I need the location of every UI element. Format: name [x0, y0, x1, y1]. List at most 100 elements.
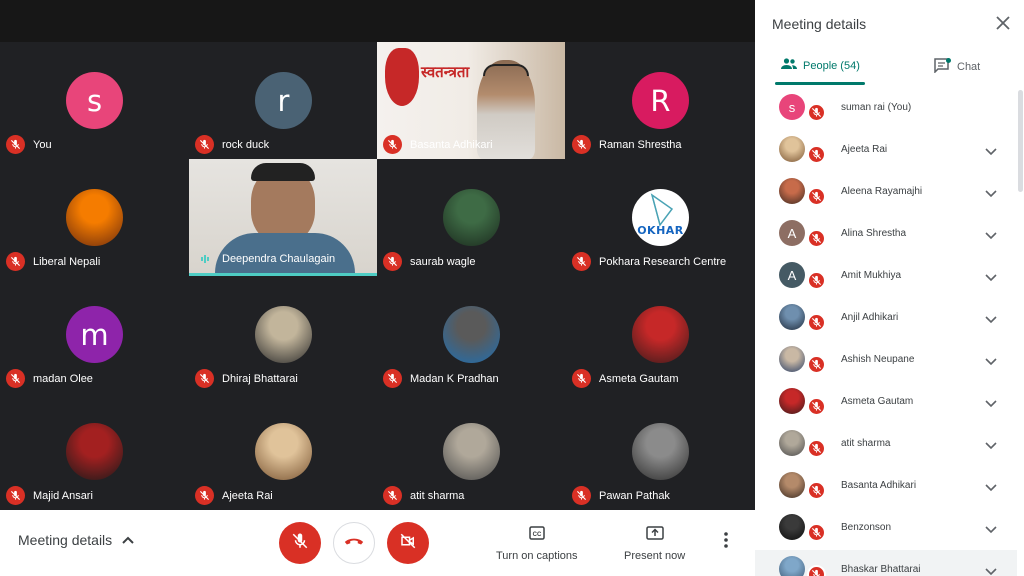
mic-off-icon: [807, 565, 826, 576]
participant-row[interactable]: A Amit Mukhiya: [755, 256, 1017, 298]
participant-tile[interactable]: Majid Ansari: [0, 393, 188, 510]
mic-off-icon: [6, 369, 25, 388]
mic-off-icon: [807, 481, 826, 500]
chevron-down-icon[interactable]: [985, 143, 997, 161]
tile-footer: saurab wagle: [383, 252, 475, 271]
chevron-down-icon[interactable]: [985, 563, 997, 576]
tile-footer: rock duck: [195, 135, 269, 154]
participant-list: s suman rai (You) Ajeeta Rai Aleena Rayamaj…: [755, 88, 1024, 576]
participant-tile[interactable]: r rock duck: [189, 42, 377, 159]
chevron-down-icon[interactable]: [985, 311, 997, 329]
chevron-down-icon[interactable]: [985, 353, 997, 371]
muted-indicator: [807, 565, 826, 576]
tile-footer: Liberal Nepali: [6, 252, 100, 271]
participant-tile[interactable]: Madan K Pradhan: [377, 276, 565, 393]
participant-tile[interactable]: Ajeeta Rai: [189, 393, 377, 510]
banner-text: स्वतन्त्रता: [421, 63, 470, 81]
participant-list-name: Ajeeta Rai: [841, 144, 888, 155]
participant-tile[interactable]: Pawan Pathak: [566, 393, 754, 510]
video-grid: s You r rock duck स्वतन्त्रता Basanta Adhikar…: [0, 0, 755, 510]
participant-tile[interactable]: स्वतन्त्रता Basanta Adhikari: [377, 42, 565, 159]
participant-tile[interactable]: OKHAR Pokhara Research Centre: [566, 159, 754, 276]
participant-row[interactable]: A Alina Shrestha: [755, 214, 1017, 256]
participant-list-name: atit sharma: [841, 438, 891, 449]
panel-title: Meeting details: [772, 16, 867, 32]
mic-off-icon: [807, 313, 826, 332]
tile-footer: Majid Ansari: [6, 486, 93, 505]
camera-toggle-button[interactable]: [387, 522, 429, 564]
participant-list-scrollbar[interactable]: [1018, 90, 1023, 192]
more-options-button[interactable]: [724, 532, 728, 548]
participant-list-name: Amit Mukhiya: [841, 270, 902, 281]
tile-footer: Madan K Pradhan: [383, 369, 499, 388]
participant-row[interactable]: Anjil Adhikari: [755, 298, 1017, 340]
more-vert-icon: [724, 532, 728, 552]
leave-call-button[interactable]: [333, 522, 375, 564]
chevron-down-icon[interactable]: [985, 395, 997, 413]
participant-row[interactable]: Asmeta Gautam: [755, 382, 1017, 424]
mic-off-icon: [383, 252, 402, 271]
participant-name: Deependra Chaulagain: [222, 252, 336, 265]
participant-tile[interactable]: Dhiraj Bhattarai: [189, 276, 377, 393]
participant-avatar: OKHAR: [632, 189, 689, 246]
mic-off-icon: [383, 135, 402, 154]
mic-off-icon: [807, 397, 826, 416]
tab-chat-label: Chat: [957, 61, 981, 73]
tile-footer: Deependra Chaulagain: [195, 249, 335, 268]
participant-tile[interactable]: Asmeta Gautam: [566, 276, 754, 393]
participant-name: Asmeta Gautam: [599, 372, 679, 385]
chevron-down-icon[interactable]: [985, 437, 997, 455]
mic-off-icon: [383, 369, 402, 388]
chevron-down-icon[interactable]: [985, 521, 997, 539]
mic-off-icon: [6, 252, 25, 271]
participant-list-name: Benzonson: [841, 522, 892, 533]
participant-avatar: [779, 304, 805, 330]
participant-tile[interactable]: s You: [0, 42, 188, 159]
participant-row[interactable]: atit sharma: [755, 424, 1017, 466]
logo-text: OKHAR: [637, 224, 684, 237]
speaking-indicator-icon: [195, 249, 214, 268]
participant-tile[interactable]: R Raman Shrestha: [566, 42, 754, 159]
participant-avatar: [779, 136, 805, 162]
mic-off-icon: [6, 135, 25, 154]
participant-tile[interactable]: m madan Olee: [0, 276, 188, 393]
participant-list-name: suman rai (You): [841, 102, 912, 113]
participant-tile[interactable]: atit sharma: [377, 393, 565, 510]
participant-tile[interactable]: Liberal Nepali: [0, 159, 188, 276]
tile-footer: madan Olee: [6, 369, 93, 388]
tile-footer: Pawan Pathak: [572, 486, 670, 505]
muted-indicator: [807, 271, 826, 290]
participant-tile[interactable]: Deependra Chaulagain: [189, 159, 377, 276]
participant-avatar: [255, 423, 312, 480]
participant-row[interactable]: Bhaskar Bhattarai: [755, 550, 1017, 576]
muted-indicator: [807, 439, 826, 458]
muted-indicator: [807, 103, 826, 122]
participant-row[interactable]: Aleena Rayamajhi: [755, 172, 1017, 214]
participant-name: Madan K Pradhan: [410, 372, 499, 385]
muted-indicator: [807, 481, 826, 500]
participant-row[interactable]: Basanta Adhikari: [755, 466, 1017, 508]
tab-people[interactable]: People (54): [781, 58, 860, 73]
participant-row[interactable]: Benzonson: [755, 508, 1017, 550]
present-now-button[interactable]: Present now: [624, 526, 685, 562]
participant-tile[interactable]: saurab wagle: [377, 159, 565, 276]
tile-footer: Ajeeta Rai: [195, 486, 273, 505]
tile-footer: Basanta Adhikari: [383, 135, 493, 154]
close-panel-button[interactable]: [996, 14, 1010, 35]
tile-footer: atit sharma: [383, 486, 464, 505]
chevron-down-icon[interactable]: [985, 479, 997, 497]
chevron-down-icon[interactable]: [985, 269, 997, 287]
participant-name: Basanta Adhikari: [410, 138, 493, 151]
people-icon: [781, 58, 797, 73]
participant-avatar: [632, 306, 689, 363]
participant-row[interactable]: Ashish Neupane: [755, 340, 1017, 382]
participant-row[interactable]: s suman rai (You): [755, 88, 1017, 130]
chevron-down-icon[interactable]: [985, 185, 997, 203]
participant-row[interactable]: Ajeeta Rai: [755, 130, 1017, 172]
muted-indicator: [807, 187, 826, 206]
tab-chat[interactable]: Chat: [934, 58, 980, 76]
microphone-toggle-button[interactable]: [279, 522, 321, 564]
meeting-details-toggle[interactable]: Meeting details: [18, 532, 134, 548]
captions-button[interactable]: CC Turn on captions: [496, 526, 578, 562]
chevron-down-icon[interactable]: [985, 227, 997, 245]
